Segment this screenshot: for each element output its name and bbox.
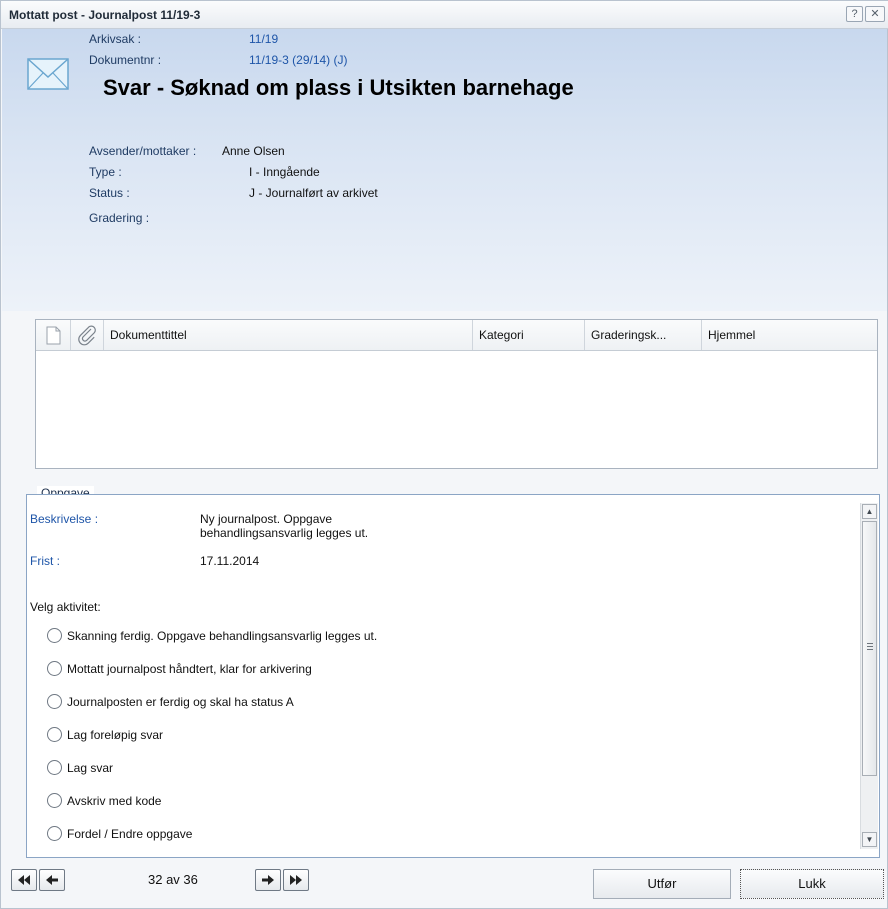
beskrivelse-line1: Ny journalpost. Oppgave [200, 512, 333, 526]
radio-button[interactable] [47, 628, 62, 643]
paperclip-icon [78, 325, 96, 346]
double-arrow-right-icon [290, 875, 302, 885]
type-value: I - Inngående [249, 165, 320, 179]
first-record-button[interactable] [11, 869, 37, 891]
gradering-label: Gradering : [89, 211, 150, 225]
beskrivelse-line2: behandlingsansvarlig legges ut. [200, 526, 369, 540]
column-attachment-icon[interactable] [71, 320, 104, 350]
dokumentnr-label: Dokumentnr : [89, 53, 162, 67]
status-label: Status : [89, 186, 130, 200]
avsender-value: Anne Olsen [222, 144, 285, 158]
arrow-right-icon [262, 875, 274, 885]
next-record-button[interactable] [255, 869, 281, 891]
column-hjemmel[interactable]: Hjemmel [702, 320, 877, 350]
radio-button[interactable] [47, 793, 62, 808]
arkivsak-link[interactable]: 11/19 [249, 32, 278, 46]
last-record-button[interactable] [283, 869, 309, 891]
scroll-down-button[interactable]: ▼ [862, 832, 877, 847]
arrow-left-icon [46, 875, 58, 885]
type-label: Type : [89, 165, 122, 179]
column-graderingskode[interactable]: Graderingsk... [585, 320, 702, 350]
radio-button[interactable] [47, 826, 62, 841]
radio-button[interactable] [47, 694, 62, 709]
document-title: Svar - Søknad om plass i Utsikten barneh… [103, 75, 574, 100]
status-value: J - Journalført av arkivet [249, 186, 378, 200]
window-title: Mottatt post - Journalpost 11/19-3 [9, 8, 201, 22]
task-content: Beskrivelse : Ny journalpost. Oppgave be… [30, 512, 378, 841]
envelope-icon [27, 58, 69, 90]
column-kategori[interactable]: Kategori [473, 320, 585, 350]
radio-button[interactable] [47, 661, 62, 676]
scroll-up-button[interactable]: ▲ [862, 504, 877, 519]
avsender-label: Avsender/mottaker : [89, 144, 197, 158]
table-header: Dokumenttittel Kategori Graderingsk... H… [36, 320, 877, 351]
task-panel: Beskrivelse : Ny journalpost. Oppgave be… [26, 494, 880, 858]
frist-label: Frist : [30, 554, 60, 568]
velg-aktivitet-label: Velg aktivitet: [30, 600, 101, 614]
beskrivelse-label: Beskrivelse : [30, 512, 99, 526]
title-bar: Mottatt post - Journalpost 11/19-3 ? ✕ [1, 1, 888, 29]
dialog-window: Mottatt post - Journalpost 11/19-3 ? ✕ A… [0, 0, 888, 909]
lukk-button[interactable]: Lukk [740, 869, 884, 899]
documents-table: Dokumenttittel Kategori Graderingsk... H… [35, 319, 878, 469]
column-dokumenttittel[interactable]: Dokumenttittel [104, 320, 473, 350]
scroll-thumb[interactable] [862, 521, 877, 776]
dokumentnr-value: 11/19-3 (29/14) (J) [249, 53, 348, 67]
frist-value: 17.11.2014 [200, 554, 260, 568]
column-doc-icon[interactable] [36, 320, 71, 350]
double-arrow-left-icon [18, 875, 30, 885]
close-button[interactable]: ✕ [865, 6, 885, 22]
record-counter: 32 av 36 [148, 872, 198, 887]
document-icon [46, 326, 61, 345]
radio-button[interactable] [47, 760, 62, 775]
help-button[interactable]: ? [846, 6, 863, 22]
footer-bar: 32 av 36 Utfør Lukk [2, 863, 888, 909]
previous-record-button[interactable] [39, 869, 65, 891]
radio-button[interactable] [47, 727, 62, 742]
task-scrollbar[interactable]: ▲ ▼ [860, 503, 878, 849]
record-header: Arkivsak : 11/19 Dokumentnr : 11/19-3 (2… [2, 29, 887, 311]
utfor-button[interactable]: Utfør [593, 869, 731, 899]
arkivsak-label: Arkivsak : [89, 32, 142, 46]
